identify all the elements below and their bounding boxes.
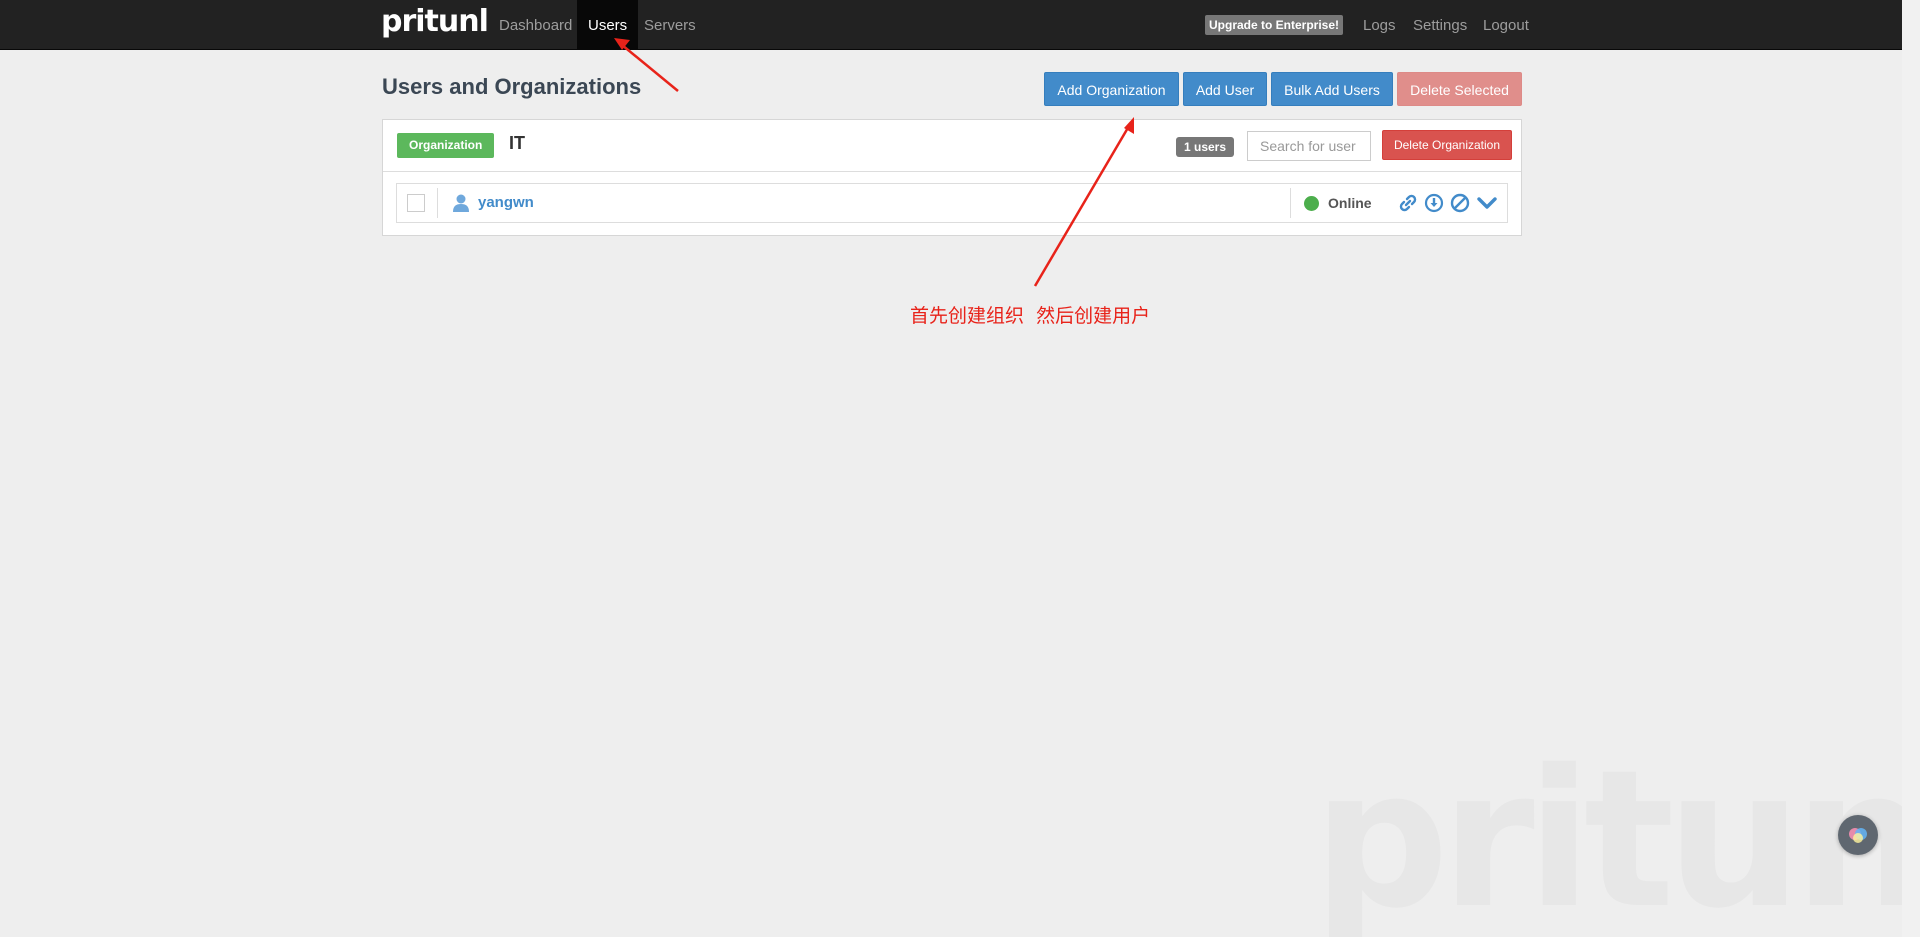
page-scrollbar[interactable] bbox=[1902, 0, 1920, 937]
pritunl-users-page: pritunl pritunl Dashboard Users Servers … bbox=[0, 0, 1920, 937]
annotation-arrows bbox=[614, 38, 1134, 287]
annotation-text: 首先创建组织 然后创建用户 bbox=[910, 305, 1151, 327]
floating-assistant-button[interactable] bbox=[1838, 815, 1878, 855]
assistant-icon bbox=[1849, 828, 1867, 843]
